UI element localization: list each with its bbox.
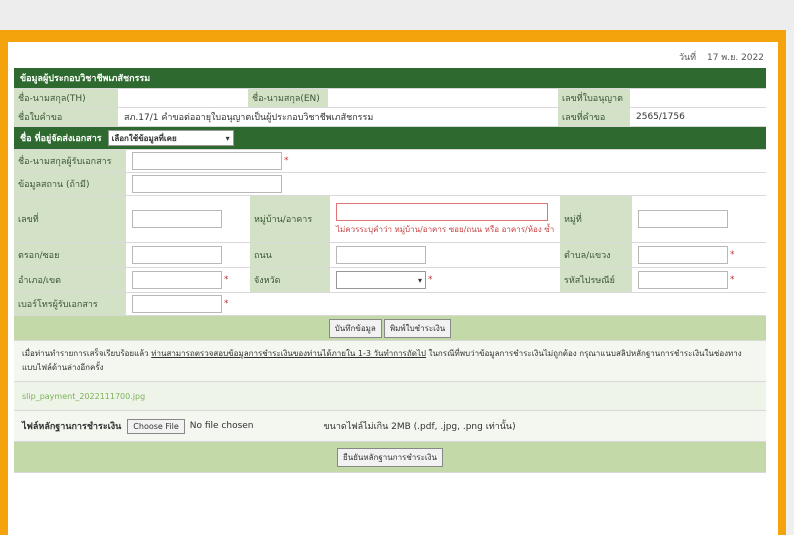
label-moo: หมู่ที่ bbox=[560, 196, 632, 242]
notice-row: เมื่อท่านทำรายการเสร็จเรียบร้อยแล้ว ท่าน… bbox=[14, 341, 766, 382]
form-row: เบอร์โทรผู้รับเอกสาร * bbox=[14, 293, 766, 316]
label-province: จังหวัด bbox=[250, 268, 330, 292]
label-house-no: เลขที่ bbox=[14, 196, 126, 242]
upload-hint: ขนาดไฟล์ไม่เกิน 2MB (.pdf, .jpg, .png เท… bbox=[323, 422, 516, 432]
no-file-text: No file chosen bbox=[189, 421, 254, 431]
chevron-down-icon: ▾ bbox=[417, 275, 422, 285]
label-name-en: ชื่อ-นามสกุล(EN) bbox=[248, 89, 328, 107]
district-input[interactable] bbox=[132, 271, 222, 289]
house-no-input[interactable] bbox=[132, 210, 222, 228]
value-name-en bbox=[328, 89, 558, 107]
save-button[interactable]: บันทึกข้อมูล bbox=[328, 318, 382, 338]
form-row: ข้อมูลสถาน (ถ้ามี) bbox=[14, 173, 766, 196]
payment-notice: เมื่อท่านทำรายการเสร็จเรียบร้อยแล้ว ท่าน… bbox=[14, 341, 766, 381]
chevron-down-icon: ▾ bbox=[225, 133, 230, 143]
village-hint: ไม่ควรระบุคำว่า หมู่บ้าน/อาคาร ซอย/ถนน ห… bbox=[336, 224, 555, 234]
upload-label: ไฟล์หลักฐานการชำระเงิน bbox=[22, 422, 122, 432]
section-header-address: ชื่อ ที่อยู่จัดส่งเอกสาร เลือกใช้ข้อมูลท… bbox=[14, 127, 766, 150]
province-select[interactable]: ▾ bbox=[336, 271, 426, 289]
form-panel: วันที่ 17 พ.ย. 2022 ข้อมูลผู้ประกอบวิชาช… bbox=[8, 42, 778, 535]
select-value: เลือกใช้ข้อมูลที่เคย bbox=[111, 133, 177, 143]
value-name-th bbox=[118, 89, 248, 107]
top-bar bbox=[0, 0, 794, 30]
confirm-row: ยืนยันหลักฐานการชำระเงิน bbox=[14, 442, 766, 473]
section-title: ข้อมูลผู้ประกอบวิชาชีพเภสัชกรรม bbox=[20, 74, 151, 84]
mobile-input[interactable] bbox=[132, 295, 222, 313]
info-row: ชื่อ-นามสกุล(TH) ชื่อ-นามสกุล(EN) เลขที่… bbox=[14, 89, 766, 108]
label-road: ถนน bbox=[250, 243, 330, 267]
label-place: ข้อมูลสถาน (ถ้ามี) bbox=[14, 173, 126, 195]
section-header-practitioner: ข้อมูลผู้ประกอบวิชาชีพเภสัชกรรม bbox=[14, 68, 766, 89]
recipient-input[interactable] bbox=[132, 152, 282, 170]
date-display: วันที่ 17 พ.ย. 2022 bbox=[671, 50, 764, 64]
label-district: อำเภอ/เขต bbox=[14, 268, 126, 292]
postcode-input[interactable] bbox=[638, 271, 728, 289]
confirm-payment-button[interactable]: ยืนยันหลักฐานการชำระเงิน bbox=[337, 447, 443, 467]
notice-text: เมื่อท่านทำรายการเสร็จเรียบร้อยแล้ว bbox=[22, 349, 149, 358]
label-mobile: เบอร์โทรผู้รับเอกสาร bbox=[14, 293, 126, 315]
label-name-th: ชื่อ-นามสกุล(TH) bbox=[14, 89, 118, 107]
required-mark: * bbox=[284, 156, 289, 166]
subdistrict-input[interactable] bbox=[638, 246, 728, 264]
label-postcode: รหัสไปรษณีย์ bbox=[560, 268, 632, 292]
address-preset-select[interactable]: เลือกใช้ข้อมูลที่เคย ▾ bbox=[107, 130, 234, 146]
form-row: ชื่อ-นามสกุลผู้รับเอกสาร * bbox=[14, 150, 766, 173]
upload-row: ไฟล์หลักฐานการชำระเงิน Choose File No fi… bbox=[14, 411, 766, 442]
notice-link[interactable]: ท่านสามารถตรวจสอบข้อมูลการชำระเงินของท่า… bbox=[151, 349, 426, 358]
label-request-name: ชื่อใบคำขอ bbox=[14, 108, 118, 126]
form-row: เลขที่ หมู่บ้าน/อาคาร ไม่ควรระบุคำว่า หม… bbox=[14, 196, 766, 243]
label-license-no: เลขที่ใบอนุญาต bbox=[558, 89, 630, 107]
file-link-row: slip_payment_2022111700.jpg bbox=[14, 382, 766, 411]
form-row: อำเภอ/เขต * จังหวัด ▾ * รหัสไปรษณีย์ * bbox=[14, 268, 766, 293]
date-value: 17 พ.ย. 2022 bbox=[706, 53, 764, 63]
place-input[interactable] bbox=[132, 175, 282, 193]
label-recipient: ชื่อ-นามสกุลผู้รับเอกสาร bbox=[14, 150, 126, 172]
choose-file-button[interactable]: Choose File bbox=[127, 418, 185, 434]
page-frame: วันที่ 17 พ.ย. 2022 ข้อมูลผู้ประกอบวิชาช… bbox=[0, 30, 786, 535]
info-row: ชื่อใบคำขอ สภ.17/1 คำขอต่ออายุใบอนุญาตเป… bbox=[14, 108, 766, 127]
label-subdistrict: ตำบล/แขวง bbox=[560, 243, 632, 267]
date-label: วันที่ bbox=[678, 53, 697, 63]
form-row: ตรอก/ซอย ถนน ตำบล/แขวง * bbox=[14, 243, 766, 268]
moo-input[interactable] bbox=[638, 210, 728, 228]
soi-input[interactable] bbox=[132, 246, 222, 264]
uploaded-file-link[interactable]: slip_payment_2022111700.jpg bbox=[14, 392, 145, 401]
value-request-name: สภ.17/1 คำขอต่ออายุใบอนุญาตเป็นผู้ประกอบ… bbox=[118, 108, 558, 126]
action-row: บันทึกข้อมูล พิมพ์ใบชำระเงิน bbox=[14, 316, 766, 341]
label-request-no: เลขที่คำขอ bbox=[558, 108, 630, 126]
section-title: ชื่อ ที่อยู่จัดส่งเอกสาร bbox=[20, 134, 102, 144]
village-input[interactable] bbox=[336, 202, 548, 221]
value-request-no: 2565/1756 bbox=[630, 108, 766, 126]
label-soi: ตรอก/ซอย bbox=[14, 243, 126, 267]
label-village: หมู่บ้าน/อาคาร bbox=[250, 196, 330, 242]
print-payment-button[interactable]: พิมพ์ใบชำระเงิน bbox=[383, 318, 452, 338]
form-grid: ข้อมูลผู้ประกอบวิชาชีพเภสัชกรรม ชื่อ-นาม… bbox=[14, 68, 766, 473]
road-input[interactable] bbox=[336, 246, 426, 264]
value-license-no bbox=[630, 89, 766, 107]
